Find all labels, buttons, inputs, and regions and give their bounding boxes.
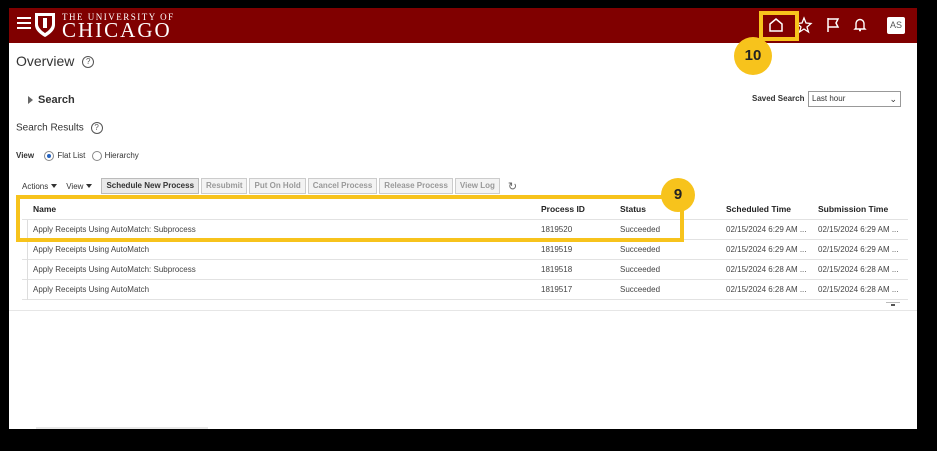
row-selector[interactable] bbox=[22, 260, 28, 280]
radio-hierarchy-label: Hierarchy bbox=[104, 151, 139, 161]
resubmit-button[interactable]: Resubmit bbox=[201, 178, 248, 194]
cell-status: Succeeded bbox=[620, 265, 661, 274]
actions-menu[interactable]: Actions bbox=[22, 181, 58, 191]
table-row[interactable]: Apply Receipts Using AutoMatch: Subproce… bbox=[22, 260, 908, 280]
bell-icon[interactable] bbox=[851, 16, 869, 34]
brand-title: CHICAGO bbox=[62, 18, 172, 42]
radio-flat-list[interactable] bbox=[44, 151, 55, 161]
refresh-icon[interactable]: ↻ bbox=[508, 180, 517, 193]
search-results-title-text: Search Results bbox=[16, 122, 84, 134]
university-shield-logo[interactable] bbox=[34, 12, 56, 38]
cell-scheduled-time: 02/15/2024 6:28 AM ... bbox=[726, 285, 807, 294]
cell-process-id: 1819518 bbox=[541, 265, 573, 274]
hamburger-menu-icon[interactable] bbox=[17, 17, 31, 29]
page-title-text: Overview bbox=[16, 53, 75, 69]
search-toggle-label: Search bbox=[38, 94, 75, 106]
cell-submission-time: 02/15/2024 6:28 AM ... bbox=[818, 285, 899, 294]
saved-search-select[interactable]: Last hour ⌄ bbox=[808, 91, 901, 107]
cell-name: Apply Receipts Using AutoMatch: Subproce… bbox=[33, 265, 196, 274]
chevron-down-icon: ⌄ bbox=[889, 94, 897, 104]
cell-scheduled-time: 02/15/2024 6:28 AM ... bbox=[726, 265, 807, 274]
saved-search-value: Last hour bbox=[812, 94, 846, 103]
horizontal-scrollbar[interactable] bbox=[36, 427, 208, 429]
table-bottom-divider bbox=[9, 310, 917, 311]
flag-icon[interactable] bbox=[824, 16, 842, 34]
caret-down-icon bbox=[86, 184, 93, 189]
view-menu[interactable]: View bbox=[66, 181, 93, 191]
search-section-toggle[interactable]: Search bbox=[28, 94, 75, 106]
release-process-button[interactable]: Release Process bbox=[379, 178, 453, 194]
avatar[interactable]: AS bbox=[887, 17, 905, 34]
help-icon[interactable]: ? bbox=[82, 56, 95, 69]
cell-submission-time: 02/15/2024 6:29 AM ... bbox=[818, 225, 899, 234]
row-highlight-box bbox=[16, 195, 684, 242]
cell-submission-time: 02/15/2024 6:29 AM ... bbox=[818, 245, 899, 254]
view-log-button[interactable]: View Log bbox=[454, 178, 500, 194]
cell-process-id: 1819519 bbox=[541, 245, 573, 254]
cell-scheduled-time: 02/15/2024 6:29 AM ... bbox=[726, 245, 807, 254]
cell-status: Succeeded bbox=[620, 285, 661, 294]
help-icon[interactable]: ? bbox=[90, 122, 103, 134]
column-header-scheduled-time[interactable]: Scheduled Time bbox=[726, 198, 812, 220]
results-toolbar: Actions View Schedule New Process Resubm… bbox=[22, 178, 517, 194]
column-header-submission-time[interactable]: Submission Time bbox=[818, 198, 908, 220]
put-on-hold-button[interactable]: Put On Hold bbox=[249, 178, 306, 194]
actions-menu-label: Actions bbox=[22, 181, 49, 191]
row-selector[interactable] bbox=[22, 280, 28, 300]
table-row[interactable]: Apply Receipts Using AutoMatch 1819517 S… bbox=[22, 280, 908, 300]
radio-hierarchy[interactable] bbox=[91, 151, 102, 161]
page-title: Overview ? bbox=[16, 53, 95, 69]
view-mode-group: View Flat List Hierarchy bbox=[16, 151, 139, 161]
caret-down-icon bbox=[51, 184, 58, 189]
callout-badge-9: 9 bbox=[661, 178, 695, 212]
search-results-title: Search Results ? bbox=[16, 122, 103, 134]
cell-process-id: 1819517 bbox=[541, 285, 573, 294]
callout-badge-10: 10 bbox=[734, 37, 772, 75]
cell-name: Apply Receipts Using AutoMatch bbox=[33, 285, 150, 294]
cell-name: Apply Receipts Using AutoMatch bbox=[33, 245, 150, 254]
radio-flat-list-label: Flat List bbox=[57, 151, 86, 161]
view-mode-label: View bbox=[16, 151, 35, 161]
saved-search-label: Saved Search bbox=[752, 94, 805, 103]
app-window: THE UNIVERSITY OF CHICAGO AS 10 Overview… bbox=[9, 8, 917, 429]
cell-status: Succeeded bbox=[620, 245, 661, 254]
cell-submission-time: 02/15/2024 6:28 AM ... bbox=[818, 265, 899, 274]
scroll-indicator[interactable] bbox=[886, 302, 900, 306]
expand-triangle-icon bbox=[28, 96, 33, 105]
cell-scheduled-time: 02/15/2024 6:29 AM ... bbox=[726, 225, 807, 234]
view-menu-label: View bbox=[66, 181, 84, 191]
row-selector[interactable] bbox=[22, 240, 28, 260]
table-row[interactable]: Apply Receipts Using AutoMatch 1819519 S… bbox=[22, 240, 908, 260]
cancel-process-button[interactable]: Cancel Process bbox=[307, 178, 378, 194]
schedule-new-process-button[interactable]: Schedule New Process bbox=[101, 178, 200, 194]
home-highlight-box bbox=[759, 11, 799, 41]
